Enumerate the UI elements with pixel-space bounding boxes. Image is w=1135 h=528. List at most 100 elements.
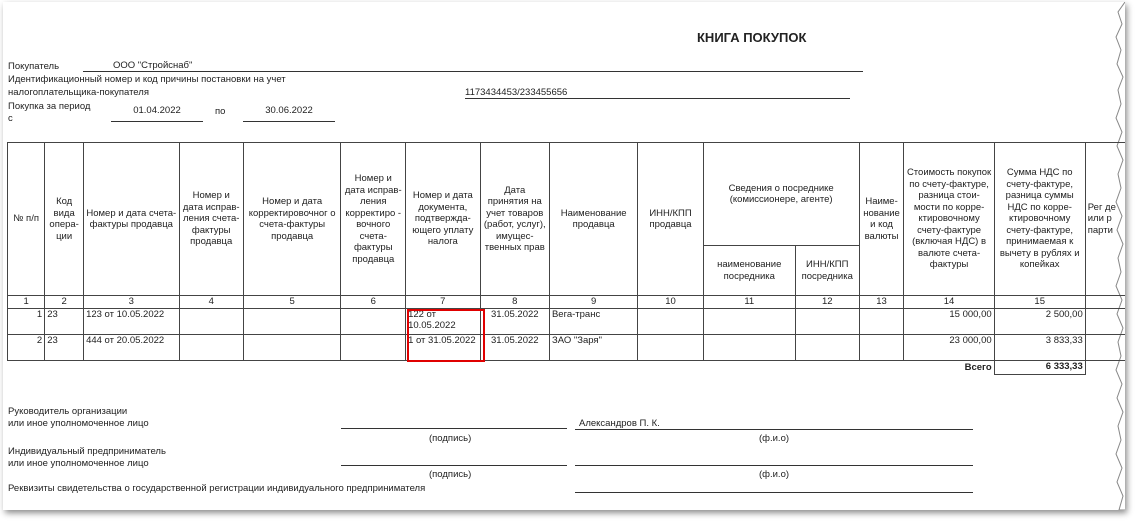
row-code: 23 bbox=[44, 333, 85, 361]
requisites-label: Реквизиты свидетельства о государственно… bbox=[8, 483, 426, 494]
buyer-value: ООО "Стройснаб" bbox=[113, 60, 193, 71]
buyer-label: Покупатель bbox=[8, 61, 60, 72]
ip-label-2: или иное уполномоченное лицо bbox=[8, 458, 149, 469]
row-cell bbox=[178, 307, 244, 335]
head-label-1: Руководитель организации bbox=[8, 406, 128, 417]
header-c2: Код вида опера- ции bbox=[44, 142, 85, 296]
ip-name-line bbox=[575, 465, 973, 466]
row-number: 2 bbox=[6, 333, 46, 361]
row-vat: 2 500,00 bbox=[993, 307, 1086, 335]
inn-field: 1173434453/233455656 bbox=[465, 87, 850, 99]
header-c8: Дата принятия на учет товаров (работ, ус… bbox=[479, 142, 550, 296]
row-accept-date: 31.05.2022 bbox=[479, 307, 550, 335]
row-cost: 23 000,00 bbox=[903, 333, 995, 361]
ip-signature-line bbox=[341, 465, 567, 466]
column-number: 7 bbox=[405, 295, 481, 309]
header-intermediary: Сведения о посреднике (комиссионере, аге… bbox=[702, 142, 860, 246]
inn-label-1: Идентификационный номер и код причины по… bbox=[8, 74, 286, 85]
header-c7: Номер и дата документа, подтвержда- ющег… bbox=[405, 142, 481, 296]
inn-value: 1173434453/233455656 bbox=[465, 87, 568, 98]
inn-label-2: налогоплательщика-покупателя bbox=[8, 87, 149, 98]
row-invoice: 123 от 10.05.2022 bbox=[83, 307, 180, 335]
period-label-2: с bbox=[8, 113, 13, 124]
page-title: КНИГА ПОКУПОК bbox=[697, 30, 807, 45]
table-row: 1 23 123 от 10.05.2022 122 от 10.05.2022… bbox=[6, 307, 1125, 335]
row-cell bbox=[702, 333, 796, 361]
row-seller: ЗАО "Заря" bbox=[548, 333, 639, 361]
fio-caption: (ф.и.о) bbox=[759, 433, 790, 444]
column-number: 13 bbox=[858, 295, 905, 309]
head-label-2: или иное уполномоченное лицо bbox=[8, 418, 149, 429]
header-c13: Наиме- нование и код валюты bbox=[858, 142, 905, 296]
header-c14: Стоимость покупок по счету-фактуре, разн… bbox=[903, 142, 995, 296]
row-seller: Вега-транс bbox=[548, 307, 639, 335]
ip-fio-caption: (ф.и.о) bbox=[759, 469, 790, 480]
row-code: 23 bbox=[44, 307, 85, 335]
column-number: 6 bbox=[340, 295, 407, 309]
column-number: 4 bbox=[178, 295, 244, 309]
row-invoice: 444 от 20.05.2022 bbox=[83, 333, 180, 361]
column-number: 1 bbox=[6, 295, 46, 309]
row-cell bbox=[1084, 333, 1125, 361]
row-accept-date: 31.05.2022 bbox=[479, 333, 550, 361]
row-cell bbox=[1084, 307, 1125, 335]
period-to-label: по bbox=[215, 106, 226, 117]
header-c3: Номер и дата счета-фактуры продавца bbox=[83, 142, 180, 296]
header-c1: № п/п bbox=[6, 142, 46, 296]
total-label: Всего bbox=[964, 361, 992, 373]
column-number: 12 bbox=[794, 295, 860, 309]
period-from: 01.04.2022 bbox=[133, 105, 181, 116]
payment-doc-highlight bbox=[407, 309, 485, 362]
period-to-field: 30.06.2022 bbox=[243, 105, 335, 122]
header-c15: Сумма НДС по счету-фактуре, разница сумм… bbox=[993, 142, 1086, 296]
column-number: 3 bbox=[83, 295, 180, 309]
header-c5: Номер и дата корректировочног о счета-фа… bbox=[242, 142, 342, 296]
row-cell bbox=[242, 307, 342, 335]
row-cell bbox=[794, 307, 860, 335]
signature-caption: (подпись) bbox=[429, 433, 472, 444]
row-cell bbox=[242, 333, 342, 361]
ip-label-1: Индивидуальный предприниматель bbox=[8, 446, 166, 457]
row-cell bbox=[178, 333, 244, 361]
period-to: 30.06.2022 bbox=[265, 105, 313, 116]
column-number: 5 bbox=[242, 295, 342, 309]
table-row: 2 23 444 от 20.05.2022 1 от 31.05.2022 3… bbox=[6, 333, 1125, 361]
column-number: 14 bbox=[903, 295, 995, 309]
row-cell bbox=[340, 307, 407, 335]
ip-signature-caption: (подпись) bbox=[429, 469, 472, 480]
row-number: 1 bbox=[6, 307, 46, 335]
header-c9: Наименование продавца bbox=[548, 142, 639, 296]
column-number: 10 bbox=[637, 295, 704, 309]
purchase-book-table: № п/п Код вида опера- ции Номер и дата с… bbox=[6, 142, 1125, 375]
head-name-field: Александров П. К. bbox=[575, 418, 973, 430]
row-cell bbox=[637, 307, 704, 335]
column-number: 11 bbox=[702, 295, 796, 309]
column-number: 2 bbox=[44, 295, 85, 309]
column-number-empty bbox=[1084, 295, 1125, 309]
row-cell bbox=[340, 333, 407, 361]
requisites-line bbox=[575, 492, 973, 493]
row-cost: 15 000,00 bbox=[903, 307, 995, 335]
column-number: 15 bbox=[993, 295, 1086, 309]
header-c10: ИНН/КПП продавца bbox=[637, 142, 704, 296]
row-cell bbox=[794, 333, 860, 361]
header-c12: ИНН/КПП посредника bbox=[794, 245, 860, 296]
row-cell bbox=[858, 307, 905, 335]
row-cell bbox=[702, 307, 796, 335]
period-from-field: 01.04.2022 bbox=[111, 105, 203, 122]
row-cell bbox=[637, 333, 704, 361]
buyer-field: ООО "Стройснаб" bbox=[83, 60, 863, 72]
purchase-book-sheet: КНИГА ПОКУПОК Покупатель ООО "Стройснаб"… bbox=[3, 2, 1125, 510]
total-value: 6 333,33 bbox=[993, 359, 1086, 375]
head-name: Александров П. К. bbox=[579, 418, 660, 429]
header-c4: Номер и дата исправ- ления счета- фактур… bbox=[178, 142, 244, 296]
period-label-1: Покупка за период bbox=[8, 101, 91, 112]
row-vat: 3 833,33 bbox=[993, 333, 1086, 361]
column-number: 8 bbox=[479, 295, 550, 309]
row-cell bbox=[858, 333, 905, 361]
header-c6: Номер и дата исправ- ления корректиро - … bbox=[340, 142, 407, 296]
header-c11: наименование посредника bbox=[702, 245, 796, 296]
column-number: 9 bbox=[548, 295, 639, 309]
head-signature-line bbox=[341, 428, 567, 429]
header-c16: Рег де или р парти bbox=[1084, 142, 1125, 296]
